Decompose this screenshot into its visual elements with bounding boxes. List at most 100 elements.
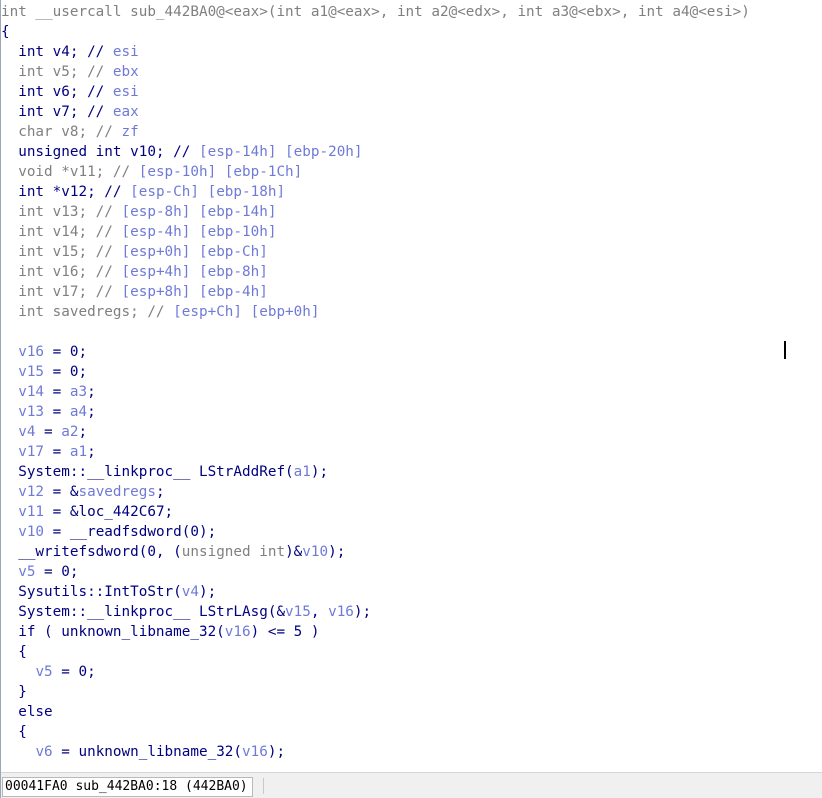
- code-token: v10: [302, 544, 329, 560]
- code-line[interactable]: v16 = 0;: [1, 342, 87, 362]
- code-line[interactable]: v17 = a1;: [1, 442, 96, 462]
- code-token: ebx: [112, 64, 139, 80]
- status-bar: 00041FA0 sub_442BA0:18 (442BA0): [1, 772, 822, 798]
- code-token: savedregs: [78, 484, 156, 500]
- code-token: System::__linkproc__ LStrAddRef(: [1, 464, 294, 480]
- code-line[interactable]: __writefsdword(0, (unsigned int)&v10);: [1, 542, 345, 562]
- code-token: v12: [18, 484, 45, 500]
- code-line[interactable]: int v5; // ebx: [1, 62, 139, 82]
- code-token: =: [44, 384, 70, 400]
- code-line[interactable]: {: [1, 722, 27, 742]
- code-token: [esp-10h] [ebp-1Ch]: [138, 164, 303, 180]
- code-token: unsigned int: [181, 544, 286, 560]
- code-token: = 0;: [44, 364, 88, 380]
- code-line[interactable]: char v8; // zf: [1, 122, 139, 142]
- code-token: = &loc_442C67;: [44, 504, 174, 520]
- code-line[interactable]: int savedregs; // [esp+Ch] [ebp+0h]: [1, 302, 319, 322]
- code-line[interactable]: int __usercall sub_442BA0@<eax>(int a1@<…: [1, 2, 750, 22]
- code-token: int *v12; //: [1, 184, 131, 200]
- code-line[interactable]: int *v12; // [esp-Ch] [ebp-18h]: [1, 182, 285, 202]
- code-token: [esp-14h] [ebp-20h]: [198, 144, 363, 160]
- code-line[interactable]: int v16; // [esp+4h] [ebp-8h]: [1, 262, 268, 282]
- code-token: int v16; //: [1, 264, 122, 280]
- code-token: ;: [87, 404, 96, 420]
- code-line[interactable]: void *v11; // [esp-10h] [ebp-1Ch]: [1, 162, 302, 182]
- code-token: int v17; //: [1, 284, 122, 300]
- code-token: = unknown_libname_32(: [52, 744, 243, 760]
- code-token: int v4; //: [1, 44, 113, 60]
- code-line[interactable]: {: [1, 22, 10, 42]
- code-token: a4: [69, 404, 88, 420]
- code-token: int v7; //: [1, 104, 113, 120]
- code-token: ;: [87, 384, 96, 400]
- code-line[interactable]: {: [1, 642, 27, 662]
- code-line[interactable]: int v7; // eax: [1, 102, 139, 122]
- code-token: int v14; //: [1, 224, 122, 240]
- code-token: v13: [18, 404, 45, 420]
- code-token: if ( unknown_libname_32(: [1, 624, 225, 640]
- code-token: v15: [285, 604, 311, 620]
- code-token: a2: [61, 424, 79, 440]
- code-line[interactable]: int v13; // [esp-8h] [ebp-14h]: [1, 202, 276, 222]
- pseudocode-window[interactable]: int __usercall sub_442BA0@<eax>(int a1@<…: [0, 0, 822, 798]
- code-token: }: [1, 684, 27, 700]
- code-token: {: [1, 644, 27, 660]
- code-line[interactable]: int v17; // [esp+8h] [ebp-4h]: [1, 282, 268, 302]
- code-token: v6: [35, 744, 53, 760]
- code-line[interactable]: v13 = a4;: [1, 402, 96, 422]
- code-line[interactable]: int v6; // esi: [1, 82, 139, 102]
- code-line[interactable]: int v4; // esi: [1, 42, 139, 62]
- code-line[interactable]: v14 = a3;: [1, 382, 96, 402]
- code-token: __writefsdword(0, (: [1, 544, 182, 560]
- code-line[interactable]: v12 = &savedregs;: [1, 482, 164, 502]
- code-line[interactable]: System::__linkproc__ LStrLAsg(&v15, v16)…: [1, 602, 371, 622]
- code-line[interactable]: unsigned int v10; // [esp-14h] [ebp-20h]: [1, 142, 363, 162]
- code-token: v16: [242, 744, 268, 760]
- code-token: a1: [293, 464, 311, 480]
- code-token: int v15; //: [1, 244, 122, 260]
- code-line[interactable]: v6 = unknown_libname_32(v16);: [1, 742, 285, 762]
- code-line[interactable]: Sysutils::IntToStr(v4);: [1, 582, 216, 602]
- code-token: =: [35, 424, 62, 440]
- code-token: void *v11; //: [1, 164, 139, 180]
- code-token: v11: [18, 504, 45, 520]
- code-line[interactable]: v5 = 0;: [1, 562, 78, 582]
- code-line[interactable]: }: [1, 682, 27, 702]
- code-line[interactable]: v15 = 0;: [1, 362, 87, 382]
- code-line[interactable]: v5 = 0;: [1, 662, 96, 682]
- code-line[interactable]: int v15; // [esp+0h] [ebp-Ch]: [1, 242, 268, 262]
- code-token: char v8; //: [1, 124, 122, 140]
- code-line[interactable]: int v14; // [esp-4h] [ebp-10h]: [1, 222, 276, 242]
- code-token: [esp-Ch] [ebp-18h]: [130, 184, 286, 200]
- code-line[interactable]: System::__linkproc__ LStrAddRef(a1);: [1, 462, 328, 482]
- code-token: =: [44, 404, 70, 420]
- code-token: = 0;: [52, 664, 96, 680]
- code-token: [esp-8h] [ebp-14h]: [121, 204, 277, 220]
- code-token: ;: [87, 444, 96, 460]
- code-token: Sysutils::IntToStr(: [1, 584, 182, 600]
- code-token: v5: [18, 564, 36, 580]
- code-line[interactable]: v10 = __readfsdword(0);: [1, 522, 216, 542]
- code-line[interactable]: v11 = &loc_442C67;: [1, 502, 173, 522]
- code-token: eax: [112, 104, 139, 120]
- code-token: int savedregs; //: [1, 304, 174, 320]
- code-token: ;: [78, 424, 88, 440]
- code-token: a3: [69, 384, 88, 400]
- code-line[interactable]: if ( unknown_libname_32(v16) <= 5 ): [1, 622, 319, 642]
- code-token: v17: [18, 444, 45, 460]
- code-token: );: [310, 464, 329, 480]
- pseudocode-view[interactable]: int __usercall sub_442BA0@<eax>(int a1@<…: [1, 0, 822, 772]
- code-line[interactable]: else: [1, 702, 52, 722]
- code-token: v10: [18, 524, 45, 540]
- code-token: v16: [328, 604, 354, 620]
- code-token: =: [44, 444, 70, 460]
- code-line[interactable]: v4 = a2;: [1, 422, 87, 442]
- code-token: [esp+8h] [ebp-4h]: [121, 284, 268, 300]
